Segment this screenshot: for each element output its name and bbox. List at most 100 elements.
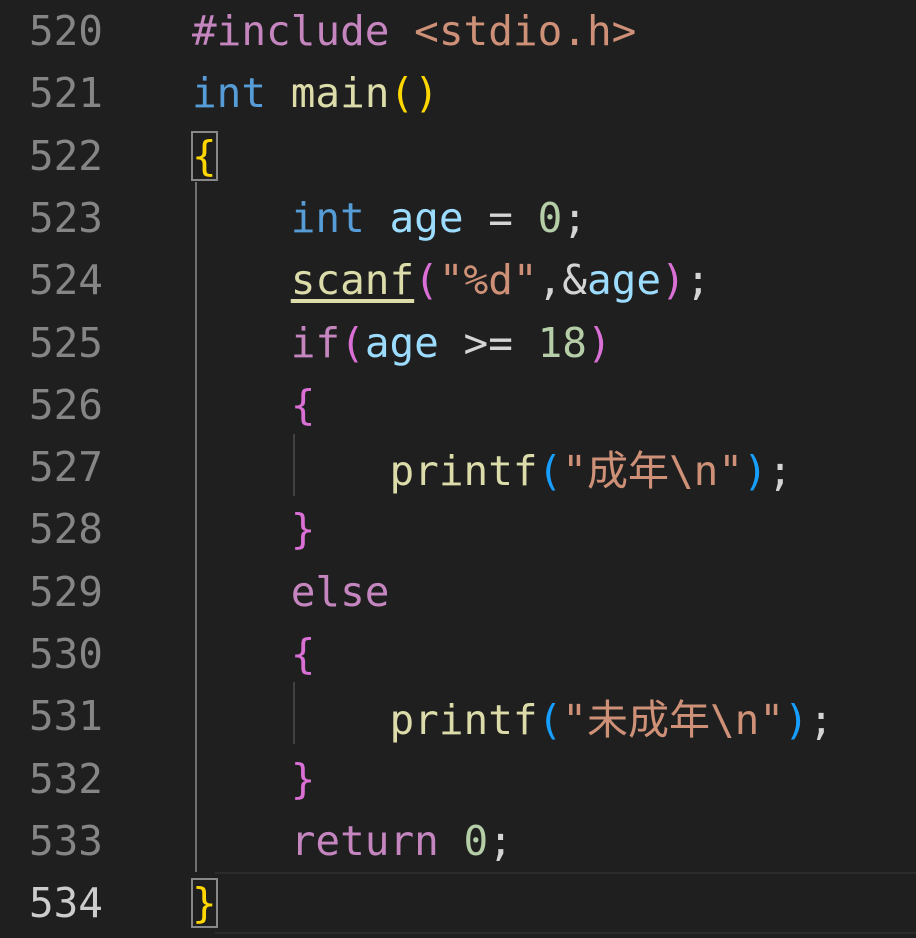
code-token: #include bbox=[192, 7, 390, 55]
code-text[interactable]: printf("未成年\n"); bbox=[192, 686, 833, 746]
line-number: 528 bbox=[28, 505, 103, 554]
code-token: ; bbox=[808, 696, 834, 745]
code-line[interactable]: 521 int main() bbox=[0, 62, 916, 124]
code-token: ) bbox=[784, 696, 809, 745]
code-token: age bbox=[364, 318, 439, 367]
code-line[interactable]: 524 scanf("%d",&age); bbox=[0, 249, 916, 311]
code-line[interactable]: 533 return 0; bbox=[0, 810, 916, 872]
code-token: int bbox=[290, 193, 365, 242]
code-line[interactable]: 527 printf("成年\n"); bbox=[0, 436, 916, 498]
code-token: ; bbox=[767, 447, 793, 496]
code-text[interactable]: int age = 0; bbox=[192, 194, 587, 242]
code-token: ( bbox=[340, 318, 365, 367]
line-number: 531 bbox=[28, 692, 103, 741]
code-line[interactable]: 532 } bbox=[0, 748, 916, 810]
code-token: 0 bbox=[463, 816, 489, 865]
code-token: main bbox=[290, 69, 390, 118]
code-token: age bbox=[389, 193, 464, 242]
code-token: { bbox=[290, 630, 316, 678]
code-token: age bbox=[586, 256, 662, 305]
code-token: <stdio.h> bbox=[414, 7, 637, 55]
line-number: 523 bbox=[28, 193, 103, 242]
code-text[interactable]: { bbox=[191, 130, 218, 181]
code-token: printf bbox=[389, 447, 538, 496]
code-line[interactable]: 522 { bbox=[0, 125, 916, 187]
code-line[interactable]: 525 if(age >= 18) bbox=[0, 312, 916, 374]
code-token: scanf bbox=[290, 256, 415, 305]
line-number: 520 bbox=[28, 7, 103, 55]
line-number: 529 bbox=[28, 567, 103, 616]
line-number: 524 bbox=[28, 256, 103, 305]
line-number: 533 bbox=[28, 816, 103, 865]
code-token: >= bbox=[438, 318, 538, 367]
code-token: ,& bbox=[537, 256, 587, 305]
code-text[interactable]: { bbox=[192, 380, 316, 429]
code-token: "未成年\n" bbox=[562, 696, 785, 745]
code-token: "%d" bbox=[438, 256, 538, 305]
code-line[interactable]: 530 { bbox=[0, 623, 916, 685]
matched-bracket: } bbox=[191, 878, 218, 929]
code-token: ( bbox=[414, 256, 439, 305]
code-text[interactable]: scanf("%d",&age); bbox=[192, 256, 711, 305]
code-token: ; bbox=[685, 256, 711, 305]
code-text[interactable]: } bbox=[192, 505, 316, 554]
code-line[interactable]: 529 else bbox=[0, 561, 916, 623]
code-token: ) bbox=[743, 447, 768, 496]
code-token: if bbox=[290, 318, 341, 367]
code-token: ( bbox=[537, 447, 563, 496]
code-token: ) bbox=[587, 318, 612, 367]
code-text[interactable]: printf("成年\n"); bbox=[192, 437, 792, 497]
code-line[interactable]: 528 } bbox=[0, 498, 916, 560]
code-text[interactable]: int main() bbox=[192, 69, 439, 117]
line-number: 522 bbox=[28, 131, 103, 180]
code-token: } bbox=[290, 754, 316, 803]
matched-bracket: { bbox=[191, 130, 218, 181]
line-number: 527 bbox=[28, 443, 103, 492]
line-number: 532 bbox=[28, 754, 103, 803]
code-token: "成年\n" bbox=[562, 447, 744, 496]
code-line[interactable]: 531 printf("未成年\n"); bbox=[0, 685, 916, 747]
line-number: 525 bbox=[28, 318, 103, 367]
code-token: ( bbox=[537, 696, 563, 745]
code-text[interactable]: } bbox=[192, 754, 316, 803]
code-text[interactable]: return 0; bbox=[192, 817, 513, 865]
code-token: () bbox=[389, 69, 439, 118]
code-token: { bbox=[290, 380, 316, 429]
code-line[interactable]: 523 int age = 0; bbox=[0, 187, 916, 249]
code-editor[interactable]: 520 #include <stdio.h> 521 int main() 522{52… bbox=[0, 0, 916, 938]
line-number: 521 bbox=[28, 69, 103, 118]
code-text[interactable]: #include <stdio.h> bbox=[192, 7, 636, 55]
code-line[interactable]: 534} bbox=[0, 872, 916, 934]
code-token: int bbox=[192, 69, 267, 118]
code-token: printf bbox=[389, 696, 538, 745]
code-token: = bbox=[463, 193, 538, 242]
code-token: } bbox=[290, 505, 316, 554]
code-text[interactable]: } bbox=[191, 878, 218, 929]
code-text[interactable]: if(age >= 18) bbox=[192, 319, 612, 367]
line-number: 530 bbox=[28, 630, 103, 678]
code-line[interactable]: 520 #include <stdio.h> bbox=[0, 0, 916, 62]
code-token: ; bbox=[488, 816, 513, 865]
line-number: 534 bbox=[28, 879, 103, 928]
code-token: 0 bbox=[537, 193, 563, 242]
code-token: ) bbox=[661, 256, 686, 305]
code-text[interactable]: { bbox=[192, 630, 316, 678]
code-line[interactable]: 526 { bbox=[0, 374, 916, 436]
code-token: ; bbox=[562, 193, 587, 242]
code-text[interactable]: else bbox=[192, 568, 390, 616]
code-token: 18 bbox=[537, 318, 587, 367]
